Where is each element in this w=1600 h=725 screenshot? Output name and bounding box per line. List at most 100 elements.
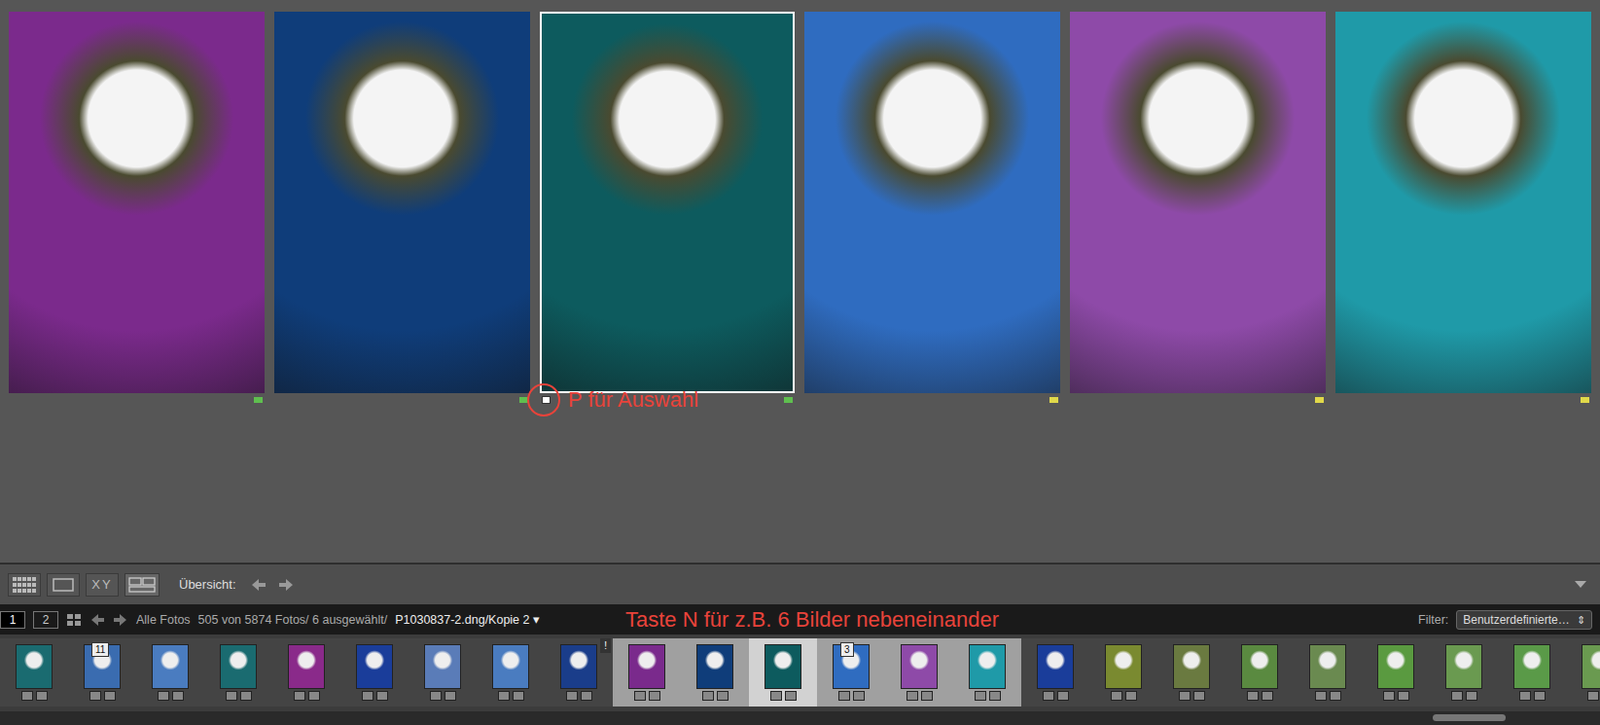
scrollbar[interactable] <box>0 711 1600 725</box>
photo[interactable] <box>1335 11 1592 393</box>
scroll-thumb[interactable] <box>1432 713 1506 721</box>
filmstrip-cell[interactable] <box>204 638 273 707</box>
thumbnail[interactable] <box>900 643 938 689</box>
thumbnail-icons <box>838 690 865 701</box>
photo[interactable] <box>804 11 1061 393</box>
thumbnail[interactable] <box>287 643 325 689</box>
view-button[interactable] <box>124 572 160 597</box>
thumbnail[interactable] <box>355 643 393 689</box>
crop-icon <box>35 690 48 701</box>
monitor-button[interactable]: 1 <box>0 610 26 629</box>
thumbnail-icons <box>770 690 797 701</box>
grid-icon[interactable] <box>66 612 82 627</box>
badge: 3 <box>840 641 854 657</box>
filmstrip-cell[interactable] <box>953 638 1022 707</box>
filmstrip-cell[interactable] <box>612 638 681 707</box>
arrow-right-icon[interactable] <box>277 577 295 592</box>
filter-dropdown[interactable]: Benutzerdefinierte… ⇕ <box>1456 609 1593 630</box>
filmstrip-cell[interactable] <box>1293 638 1362 707</box>
thumbnail[interactable] <box>1173 643 1210 689</box>
view-button[interactable] <box>46 572 80 597</box>
filmstrip-cell[interactable] <box>1497 638 1566 707</box>
photo-count: 505 von 5874 Fotos/ 6 ausgewählt/ <box>198 612 389 627</box>
flag-icon[interactable] <box>10 396 18 403</box>
photo[interactable] <box>274 11 531 393</box>
flag-icon[interactable] <box>541 395 551 404</box>
thumbnail[interactable] <box>492 643 530 689</box>
filmstrip-cell[interactable] <box>0 638 69 707</box>
thumbnail[interactable] <box>1377 643 1415 689</box>
filmstrip-cell[interactable] <box>408 638 477 707</box>
thumbnail-icons <box>21 690 48 701</box>
file-name[interactable]: P1030837-2.dng/Kopie 2 ▾ <box>394 611 540 627</box>
filmstrip-cell[interactable] <box>1021 638 1090 707</box>
photo-cell[interactable] <box>1069 11 1326 407</box>
photo-cell[interactable] <box>539 11 796 407</box>
back-icon[interactable] <box>89 612 106 627</box>
edit-icon <box>1110 690 1123 701</box>
photo-cell[interactable] <box>8 11 265 407</box>
thumbnail[interactable] <box>696 643 734 689</box>
thumbnail[interactable] <box>1309 643 1347 689</box>
flag-icon[interactable] <box>276 396 284 403</box>
filmstrip-cell[interactable] <box>748 638 818 707</box>
filmstrip-cell[interactable] <box>1089 638 1158 707</box>
thumbnail[interactable] <box>628 643 666 689</box>
flag-icon[interactable] <box>1071 396 1079 403</box>
monitor-button[interactable]: 2 <box>33 610 59 629</box>
filter-label: Filter: <box>1418 612 1449 627</box>
filmstrip-cell[interactable]: 3 <box>817 638 886 707</box>
thumbnail[interactable] <box>1104 643 1142 689</box>
thumbnail[interactable] <box>1513 643 1551 689</box>
edit-icon <box>1587 690 1600 701</box>
crop-icon <box>648 690 661 701</box>
thumbnail[interactable] <box>1445 643 1483 689</box>
thumbnail[interactable] <box>1241 643 1279 689</box>
filmstrip-cell[interactable] <box>476 638 545 707</box>
photo-cell[interactable] <box>274 11 531 407</box>
filmstrip-cell[interactable] <box>340 638 409 707</box>
edit-icon <box>157 690 170 701</box>
thumbnail[interactable] <box>560 643 598 689</box>
filmstrip-cell[interactable]: 11 <box>68 638 137 707</box>
crop-icon <box>853 690 865 701</box>
filmstrip-cell[interactable] <box>1225 638 1294 707</box>
filmstrip-cell[interactable] <box>680 638 749 707</box>
view-button[interactable]: XY <box>85 572 119 597</box>
thumbnail[interactable] <box>764 643 802 689</box>
photo-cell[interactable] <box>1335 11 1592 407</box>
photo[interactable] <box>539 11 796 393</box>
filmstrip-cell[interactable] <box>1429 638 1498 707</box>
photo-cell[interactable] <box>804 11 1061 407</box>
toolbar-menu-icon[interactable] <box>1574 580 1587 588</box>
crop-icon <box>580 690 593 701</box>
edit-icon <box>225 690 238 701</box>
filmstrip-cell[interactable] <box>136 638 205 707</box>
source-label[interactable]: Alle Fotos <box>136 612 191 627</box>
view-button[interactable] <box>7 572 41 597</box>
thumbnail[interactable] <box>968 643 1006 689</box>
filmstrip-cell[interactable]: ! <box>544 638 613 707</box>
photo[interactable] <box>1069 11 1326 393</box>
thumbnail[interactable] <box>1036 643 1074 689</box>
forward-icon[interactable] <box>112 612 129 627</box>
photo[interactable] <box>8 11 265 393</box>
filmstrip-cell[interactable] <box>1361 638 1430 707</box>
grid-icon <box>11 575 37 594</box>
thumbnail-icons <box>1383 690 1410 701</box>
thumbnail[interactable] <box>151 643 189 689</box>
survey-icon <box>127 575 157 594</box>
thumbnail[interactable] <box>424 643 462 689</box>
flag-icon[interactable] <box>806 396 814 403</box>
filmstrip-cell[interactable] <box>885 638 954 707</box>
arrow-left-icon[interactable] <box>249 577 268 592</box>
flag-icon[interactable] <box>1337 396 1345 403</box>
filmstrip-cell[interactable] <box>1157 638 1226 707</box>
thumbnail[interactable] <box>1581 643 1600 689</box>
crop-icon <box>1261 690 1274 701</box>
edit-icon <box>566 690 578 701</box>
thumbnail[interactable] <box>15 643 53 689</box>
thumbnail[interactable] <box>219 643 257 689</box>
filmstrip-cell[interactable] <box>272 638 341 707</box>
filmstrip-cell[interactable] <box>1565 638 1600 707</box>
